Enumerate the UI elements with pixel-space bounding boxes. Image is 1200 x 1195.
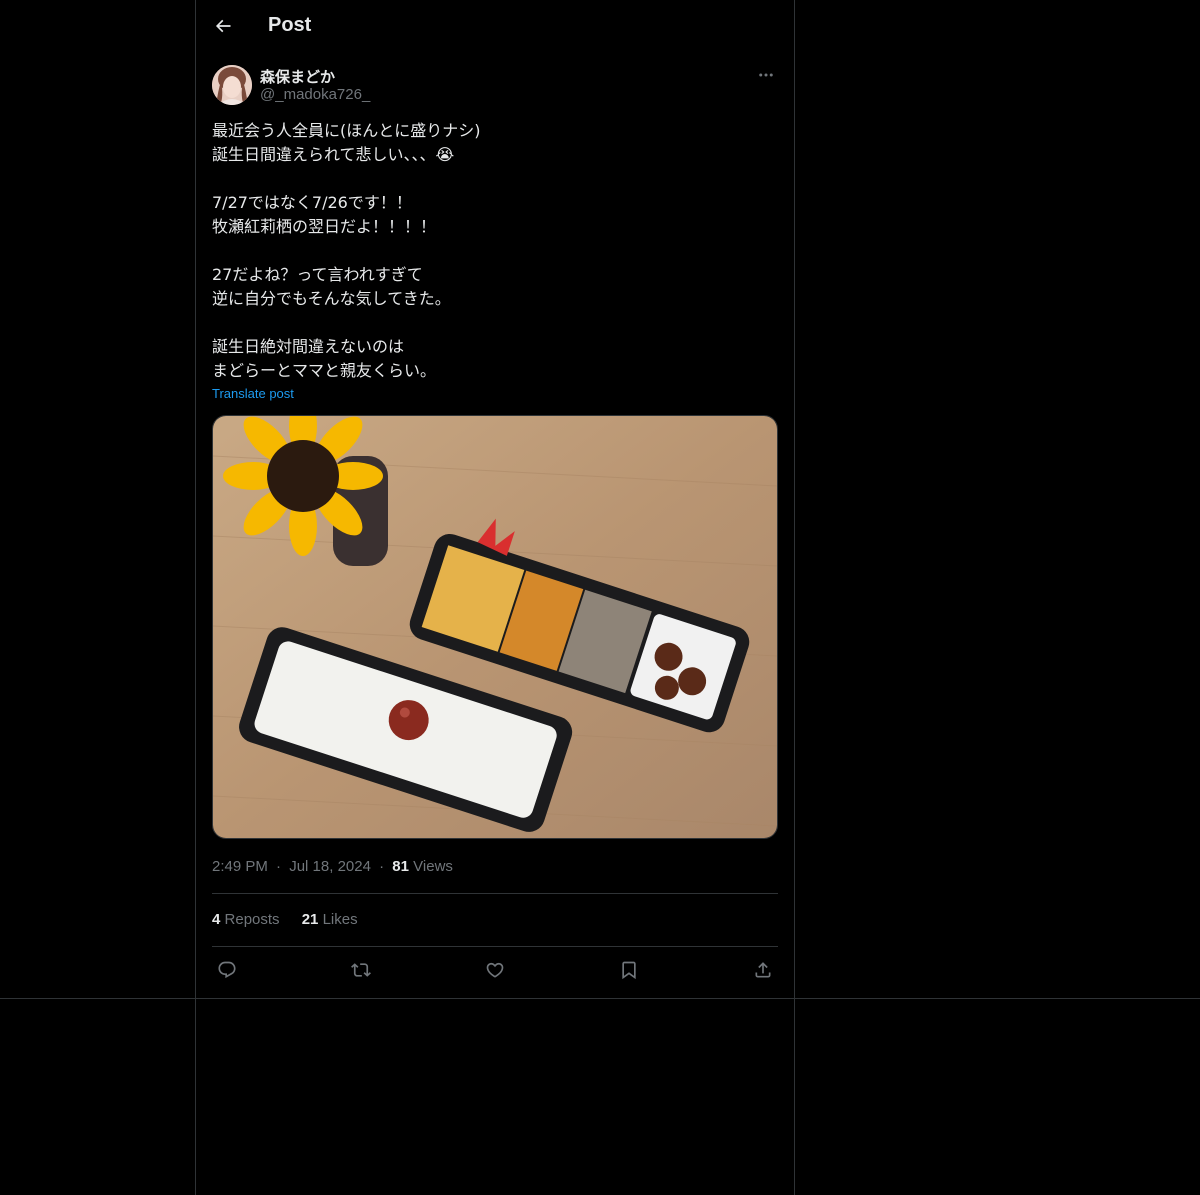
likes-count: 21 <box>301 911 319 928</box>
main-column: Post 森保まどか @_madoka726_ 最近会う人全員に(ほんとに盛りナ… <box>195 0 795 1195</box>
more-options-button[interactable] <box>754 64 778 86</box>
post-actions <box>212 955 778 985</box>
repost-icon <box>351 960 371 980</box>
post-text-line: まどらーとママと親友くらい。 <box>212 361 437 380</box>
post-text-line <box>212 311 778 335</box>
like-icon <box>485 960 505 980</box>
reposts-label: Reposts <box>224 911 280 928</box>
like-button[interactable] <box>480 955 510 985</box>
post-stats: 4 Reposts 21 Likes <box>212 911 376 928</box>
post-author: 森保まどか @_madoka726_ <box>212 64 778 108</box>
more-horizontal-icon <box>757 66 775 84</box>
post-date[interactable]: Jul 18, 2024 <box>289 858 371 875</box>
avatar[interactable] <box>212 65 252 105</box>
back-button[interactable] <box>206 9 240 43</box>
arrow-left-icon <box>213 16 233 36</box>
likes-label: Likes <box>322 911 358 928</box>
likes-stat[interactable]: 21 Likes <box>302 911 358 928</box>
reply-icon <box>217 960 237 980</box>
user-handle[interactable]: @_madoka726_ <box>260 86 370 103</box>
post-text-line <box>212 239 778 263</box>
bookmark-icon <box>619 960 639 980</box>
reposts-count: 4 <box>212 911 221 928</box>
page-title: Post <box>268 14 312 36</box>
views-count: 81 <box>392 858 409 875</box>
post-text-line: 逆に自分でもそんな気してきた。 <box>212 289 451 308</box>
reply-button[interactable] <box>212 955 242 985</box>
post-image[interactable] <box>212 415 778 839</box>
post-meta: 2:49 PM · Jul 18, 2024 · 81 Views <box>212 858 453 875</box>
divider <box>212 946 778 947</box>
post-text-line: 7/27ではなく7/26です！！ <box>212 193 412 212</box>
post-text-line: 27だよね？って言われすぎて <box>212 265 423 284</box>
meta-separator: · <box>276 858 282 875</box>
share-button[interactable] <box>748 955 778 985</box>
reposts-stat[interactable]: 4 Reposts <box>212 911 284 928</box>
post-text-line: 誕生日絶対間違えないのは <box>212 337 405 356</box>
share-icon <box>753 960 773 980</box>
post-time[interactable]: 2:49 PM <box>212 858 268 875</box>
post-text-line: 誕生日間違えられて悲しい、、、😭 <box>212 145 455 164</box>
post-text: 最近会う人全員に(ほんとに盛りナシ) 誕生日間違えられて悲しい、、、😭 7/27… <box>212 119 778 383</box>
bookmark-button[interactable] <box>614 955 644 985</box>
views-label: Views <box>413 858 453 875</box>
display-name[interactable]: 森保まどか <box>260 66 335 87</box>
translate-post-link[interactable]: Translate post <box>212 386 294 401</box>
post-header: Post <box>196 0 794 53</box>
repost-button[interactable] <box>346 955 376 985</box>
post-text-line <box>212 167 778 191</box>
meta-separator: · <box>379 858 385 875</box>
post-text-line: 牧瀬紅莉栖の翌日だよ！！！！ <box>212 217 437 236</box>
divider <box>212 893 778 894</box>
post-text-line: 最近会う人全員に(ほんとに盛りナシ) <box>212 121 481 140</box>
